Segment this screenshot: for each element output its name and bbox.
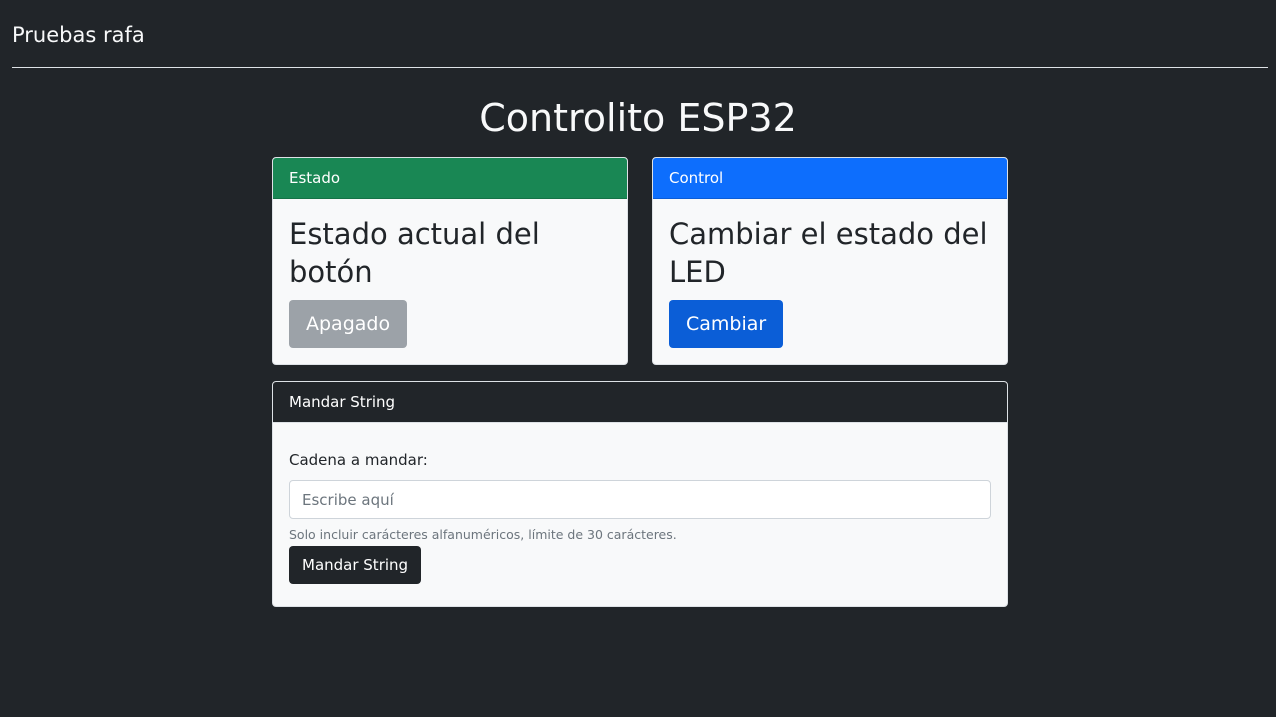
control-card-body: Cambiar el estado del LED Cambiar <box>653 215 1007 348</box>
cambiar-button[interactable]: Cambiar <box>669 300 784 348</box>
estado-card-title: Estado actual del botón <box>289 217 540 289</box>
control-card-header: Control <box>653 158 1007 199</box>
estado-status-button[interactable]: Apagado <box>289 300 408 348</box>
cadena-label: Cadena a mandar: <box>289 451 428 469</box>
mandar-string-card-body: Cadena a mandar: Solo incluir carácteres… <box>273 450 1007 584</box>
mandar-string-button[interactable]: Mandar String <box>289 546 422 584</box>
navbar-brand[interactable]: Pruebas rafa <box>12 20 145 50</box>
mandar-string-card-header: Mandar String <box>273 382 1007 423</box>
cadena-input[interactable] <box>289 480 991 519</box>
control-card: Control Cambiar el estado del LED Cambia… <box>652 157 1008 365</box>
estado-card-body: Estado actual del botón Apagado <box>273 215 627 348</box>
cadena-help-text: Solo incluir carácteres alfanuméricos, l… <box>289 527 677 542</box>
control-card-title: Cambiar el estado del LED <box>669 217 988 289</box>
page-title: Controlito ESP32 <box>479 96 797 140</box>
estado-card: Estado Estado actual del botón Apagado <box>272 157 628 365</box>
navbar: Pruebas rafa <box>12 0 1268 68</box>
estado-card-header: Estado <box>273 158 627 199</box>
mandar-string-card: Mandar String Cadena a mandar: Solo incl… <box>272 381 1008 607</box>
